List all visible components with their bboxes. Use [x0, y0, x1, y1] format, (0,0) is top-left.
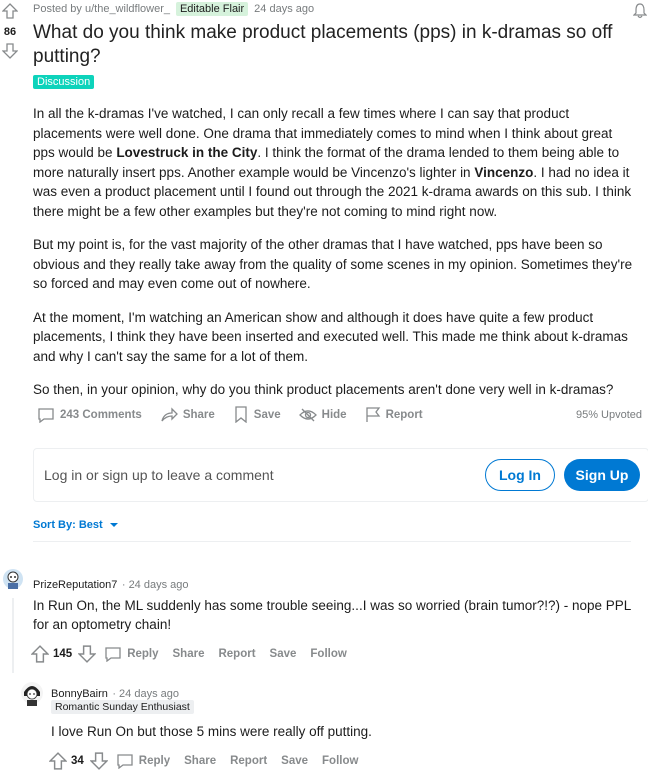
- comment-downvote-button[interactable]: [78, 645, 97, 663]
- comment-share-button[interactable]: Share: [173, 648, 205, 660]
- upvote-arrow-icon: [49, 752, 67, 770]
- comment-save-button[interactable]: Save: [270, 648, 297, 660]
- comment-downvote-button[interactable]: [89, 752, 108, 770]
- upvote-arrow-icon: [31, 645, 49, 663]
- bell-icon: [633, 3, 647, 19]
- share-arrow-icon: [161, 406, 178, 421]
- comment-author[interactable]: BonnyBairn: [51, 688, 108, 700]
- comment-time: · 24 days ago: [112, 688, 179, 700]
- upvote-ratio: 95% Upvoted: [575, 408, 642, 421]
- post-paragraph-1: In all the k-dramas I've watched, I can …: [33, 106, 632, 219]
- downvote-button[interactable]: [0, 42, 20, 60]
- comment-score: 34: [71, 755, 84, 767]
- post-flair[interactable]: Discussion: [33, 75, 95, 89]
- upvote-button[interactable]: [0, 2, 20, 20]
- hide-eye-icon: [298, 408, 317, 421]
- comments-button[interactable]: 243 Comments: [37, 407, 142, 423]
- comment-time: · 24 days ago: [121, 579, 189, 591]
- save-button[interactable]: Save: [233, 406, 281, 423]
- reply-button[interactable]: Reply: [116, 753, 170, 769]
- share-button[interactable]: Share: [160, 406, 215, 423]
- post-score: 86: [3, 26, 17, 38]
- comment-text: In Run On, the ML suddenly has some trou…: [33, 598, 631, 632]
- notification-bell-button[interactable]: [632, 2, 648, 20]
- thread-line[interactable]: [12, 598, 14, 673]
- report-button[interactable]: Report: [365, 406, 423, 423]
- user-flair: Romantic Sunday Enthusiast: [51, 700, 194, 714]
- comment-bubble-icon: [117, 754, 133, 769]
- post-time: 24 days ago: [254, 3, 315, 15]
- post-paragraph-4: So then, in your opinion, why do you thi…: [33, 382, 614, 397]
- comment-report-button[interactable]: Report: [218, 648, 255, 660]
- hide-button[interactable]: Hide: [298, 408, 347, 422]
- avatar[interactable]: [20, 680, 44, 708]
- bookmark-icon: [235, 406, 247, 423]
- post-vote-column: 86: [0, 2, 22, 60]
- signup-button[interactable]: Sign Up: [564, 459, 640, 491]
- comment-upvote-button[interactable]: [49, 752, 67, 770]
- caret-down-icon: [109, 523, 118, 527]
- comment-follow-button[interactable]: Follow: [322, 755, 358, 767]
- avatar-icon: [3, 569, 23, 589]
- sort-label: Sort By: Best: [33, 519, 103, 531]
- post-actions-bar: 243 Comments Share Save Hide Report 95% …: [37, 406, 642, 423]
- comment-bubble-icon: [105, 647, 121, 662]
- downvote-arrow-icon: [89, 752, 108, 770]
- comment-prompt-text: Log in or sign up to leave a comment: [44, 467, 274, 483]
- comment-author[interactable]: PrizeReputation7: [33, 579, 117, 591]
- divider: [33, 541, 631, 542]
- user-flair: Editable Flair: [175, 2, 249, 16]
- comment-prompt-box: Log in or sign up to leave a comment Log…: [33, 448, 648, 502]
- downvote-arrow-icon: [2, 43, 18, 59]
- avatar-icon: [21, 682, 43, 706]
- post-body: In all the k-dramas I've watched, I can …: [33, 104, 633, 414]
- post-paragraph-3: At the moment, I'm watching an American …: [33, 309, 628, 364]
- comment-actions: 145 Reply Share Report Save Follow: [31, 645, 361, 663]
- avatar[interactable]: [2, 565, 24, 593]
- upvote-arrow-icon: [2, 3, 18, 19]
- post-title: What do you think make product placement…: [33, 22, 613, 67]
- comment-save-button[interactable]: Save: [281, 755, 308, 767]
- downvote-arrow-icon: [78, 645, 97, 663]
- comment-share-button[interactable]: Share: [184, 755, 216, 767]
- comment-upvote-button[interactable]: [31, 645, 49, 663]
- comment-header: PrizeReputation7 · 24 days ago: [33, 575, 189, 593]
- flag-icon: [365, 406, 380, 422]
- comment-actions: 34 Reply Share Report Save Follow: [49, 752, 372, 770]
- login-button[interactable]: Log In: [485, 459, 555, 491]
- comment-bubble-icon: [38, 407, 54, 423]
- post-paragraph-2: But my point is, for the vast majority o…: [33, 237, 633, 291]
- post-author[interactable]: Posted by u/the_wildflower_: [33, 3, 170, 15]
- comment-score: 145: [53, 648, 73, 660]
- reply-button[interactable]: Reply: [104, 646, 159, 662]
- comment-report-button[interactable]: Report: [230, 755, 267, 767]
- comment-follow-button[interactable]: Follow: [310, 648, 346, 660]
- comment-text: I love Run On but those 5 mins were real…: [51, 724, 372, 739]
- sort-dropdown[interactable]: Sort By: Best: [33, 519, 119, 531]
- post-meta: Posted by u/the_wildflower_ Editable Fla…: [33, 2, 314, 16]
